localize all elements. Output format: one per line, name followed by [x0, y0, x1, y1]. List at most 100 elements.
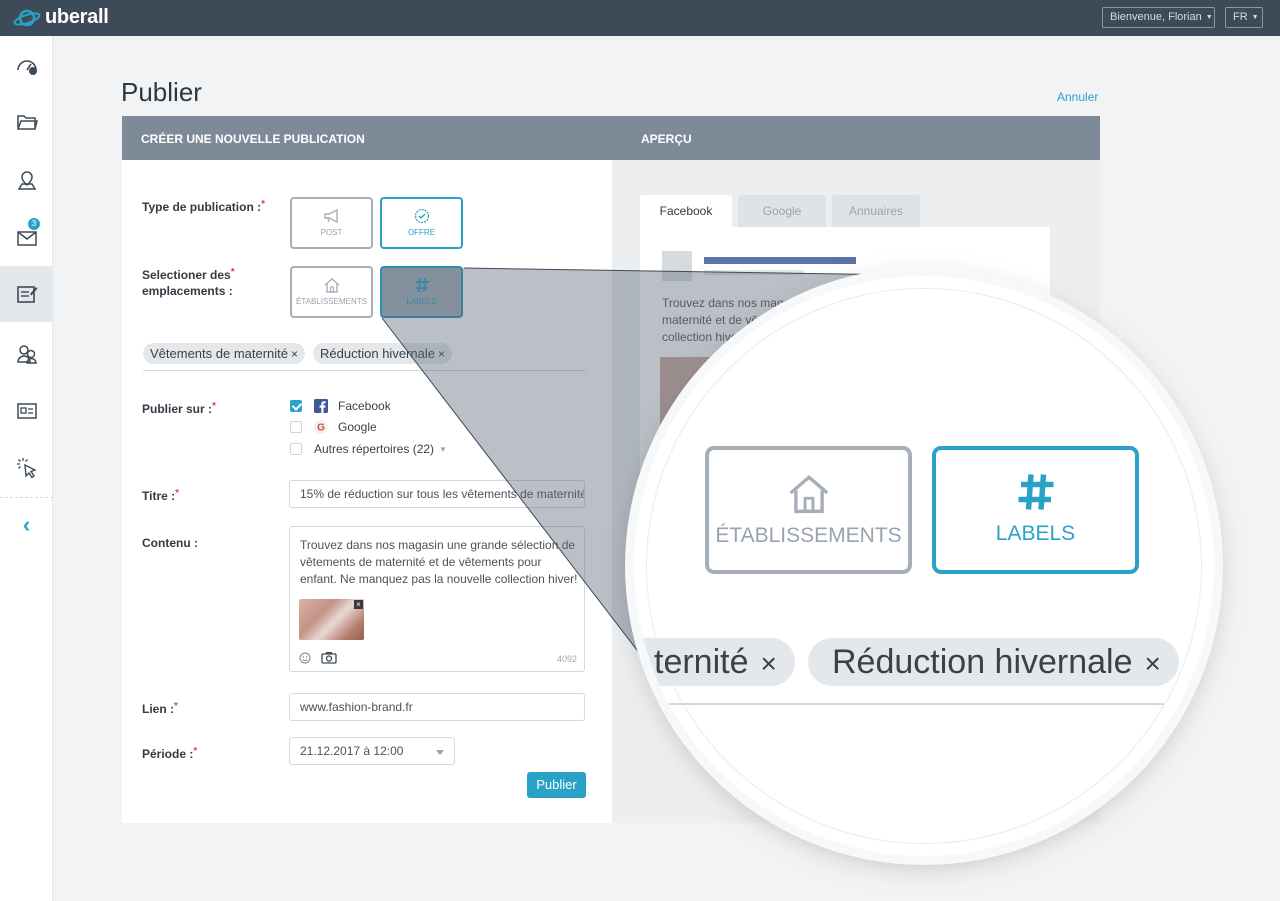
- google-icon: G: [314, 420, 328, 434]
- period-select[interactable]: 21.12.2017 à 12:00: [289, 737, 455, 765]
- home-icon: [789, 475, 828, 514]
- title-label: Titre :*: [142, 488, 180, 503]
- content-textarea[interactable]: Trouvez dans nos magasin une grande séle…: [289, 526, 585, 672]
- period-label: Période :*: [142, 746, 198, 761]
- mail-icon: [16, 231, 37, 246]
- chevron-left-icon: ‹: [22, 512, 31, 537]
- megaphone-icon: [323, 208, 338, 224]
- zoomed-labels-label: LABELS: [995, 522, 1076, 545]
- tab-facebook[interactable]: Facebook: [640, 195, 732, 227]
- sidebar-item-clicks[interactable]: [0, 440, 53, 496]
- establishments-label: ÉTABLISSEMENTS: [296, 297, 367, 306]
- notification-badge: 3: [28, 218, 40, 230]
- tag-input-underline[interactable]: [143, 370, 586, 371]
- attached-image-thumbnail[interactable]: ×: [299, 599, 364, 640]
- other-directories-checkbox[interactable]: [290, 443, 302, 455]
- panel-header: CRÉER UNE NOUVELLE PUBLICATION APERÇU: [122, 116, 1100, 160]
- sidebar-divider: [0, 497, 53, 498]
- emoji-icon[interactable]: [299, 652, 311, 664]
- google-checkbox[interactable]: [290, 421, 302, 433]
- collapse-sidebar-button[interactable]: ‹: [0, 512, 53, 538]
- type-label: Type de publication :*: [142, 199, 266, 214]
- labels-label: LABELS: [406, 297, 437, 306]
- edit-post-icon: [16, 286, 37, 303]
- sidebar-item-publish[interactable]: [0, 266, 53, 322]
- remove-tag-icon[interactable]: ×: [438, 347, 445, 361]
- title-input[interactable]: 15% de réduction sur tous les vêtements …: [289, 480, 585, 508]
- channel-facebook[interactable]: Facebook: [290, 399, 391, 413]
- brand-name: uberall: [45, 6, 109, 28]
- form-header-title: CRÉER UNE NOUVELLE PUBLICATION: [141, 132, 365, 146]
- remove-tag-icon[interactable]: ×: [291, 347, 298, 361]
- offer-type-label: OFFRE: [407, 228, 436, 237]
- chevron-down-icon[interactable]: ▼: [439, 445, 447, 454]
- location-pin-icon: [17, 171, 36, 190]
- sidebar-item-locations[interactable]: [0, 152, 53, 208]
- zoomed-tag-underline: [634, 703, 1164, 705]
- content-text[interactable]: Trouvez dans nos magasin une grande séle…: [300, 537, 580, 588]
- sidebar-item-dashboard[interactable]: [0, 38, 53, 94]
- page-title: Publier: [121, 77, 202, 107]
- zoomed-establishments-box: ÉTABLISSEMENTS: [705, 446, 912, 574]
- listing-icon: [16, 403, 37, 419]
- offer-type-button[interactable]: OFFRE: [380, 197, 463, 249]
- labels-button[interactable]: LABELS: [380, 266, 463, 318]
- tag-chip: Réduction hivernale ×: [313, 343, 452, 364]
- svg-text:G: G: [317, 423, 325, 434]
- post-type-label: POST: [320, 228, 343, 237]
- users-icon: [16, 345, 37, 364]
- planet-icon: [13, 9, 41, 26]
- user-menu-button[interactable]: Bienvenue, Florian ▼: [1102, 7, 1215, 28]
- facebook-icon: [314, 399, 328, 413]
- badge-check-icon: [414, 208, 429, 224]
- top-bar: uberall Bienvenue, Florian ▼ FR ▼: [0, 0, 1280, 36]
- character-counter: 4092: [556, 654, 577, 664]
- language-label: FR: [1233, 11, 1248, 23]
- camera-icon[interactable]: [321, 651, 337, 664]
- post-type-button[interactable]: POST: [290, 197, 373, 249]
- chevron-down-icon: ▼: [1251, 14, 1259, 21]
- avatar: [662, 251, 692, 281]
- magnifier-zoom: ÉTABLISSEMENTS LABELS ternité × Réduction…: [634, 276, 1214, 856]
- chevron-down-icon: ▼: [1205, 14, 1213, 21]
- preview-header-title: APERÇU: [641, 132, 692, 146]
- brand-logo[interactable]: uberall: [13, 6, 109, 29]
- zoomed-labels-box: LABELS: [932, 446, 1139, 574]
- dashboard-icon: [16, 60, 37, 75]
- sidebar-item-folders[interactable]: [0, 94, 53, 150]
- remove-tag-icon: ×: [1144, 648, 1161, 679]
- tab-google[interactable]: Google: [738, 195, 826, 227]
- remove-tag-icon: ×: [760, 648, 777, 679]
- google-label: Google: [338, 420, 377, 434]
- link-input[interactable]: www.fashion-brand.fr: [289, 693, 585, 721]
- content-label: Contenu :: [142, 536, 198, 550]
- channel-google[interactable]: G Google: [290, 420, 377, 434]
- home-icon: [324, 278, 339, 293]
- language-button[interactable]: FR ▼: [1225, 7, 1263, 28]
- chevron-down-icon: [436, 750, 444, 755]
- publish-button[interactable]: Publier: [527, 772, 586, 798]
- channel-other-directories[interactable]: Autres répertoires (22) ▼: [290, 442, 447, 456]
- other-directories-label: Autres répertoires (22): [314, 442, 435, 456]
- sidebar-item-inbox[interactable]: 3: [0, 210, 53, 266]
- user-menu-label: Bienvenue, Florian: [1110, 11, 1202, 23]
- publish-on-label: Publier sur :*: [142, 401, 216, 416]
- hashtag-icon: [1018, 474, 1053, 510]
- remove-image-icon[interactable]: ×: [354, 600, 363, 609]
- cancel-link[interactable]: Annuler: [1057, 90, 1098, 104]
- link-label: Lien :*: [142, 701, 178, 716]
- sidebar-item-listings[interactable]: [0, 383, 53, 439]
- facebook-checkbox[interactable]: [290, 400, 302, 412]
- sidebar-item-users[interactable]: [0, 326, 53, 382]
- period-value: 21.12.2017 à 12:00: [300, 744, 404, 758]
- establishments-button[interactable]: ÉTABLISSEMENTS: [290, 266, 373, 318]
- tab-directories[interactable]: Annuaires: [832, 195, 920, 227]
- folder-icon: [16, 115, 38, 130]
- zoomed-establishments-label: ÉTABLISSEMENTS: [715, 524, 902, 547]
- cursor-click-icon: [16, 458, 37, 479]
- sidebar: 3 ‹: [0, 36, 53, 901]
- zoomed-tag-chip: Réduction hivernale ×: [808, 638, 1179, 686]
- page-meta-placeholder: [704, 270, 804, 275]
- zoomed-tag-chip: ternité ×: [634, 638, 795, 686]
- tag-chip: Vêtements de maternité ×: [143, 343, 306, 364]
